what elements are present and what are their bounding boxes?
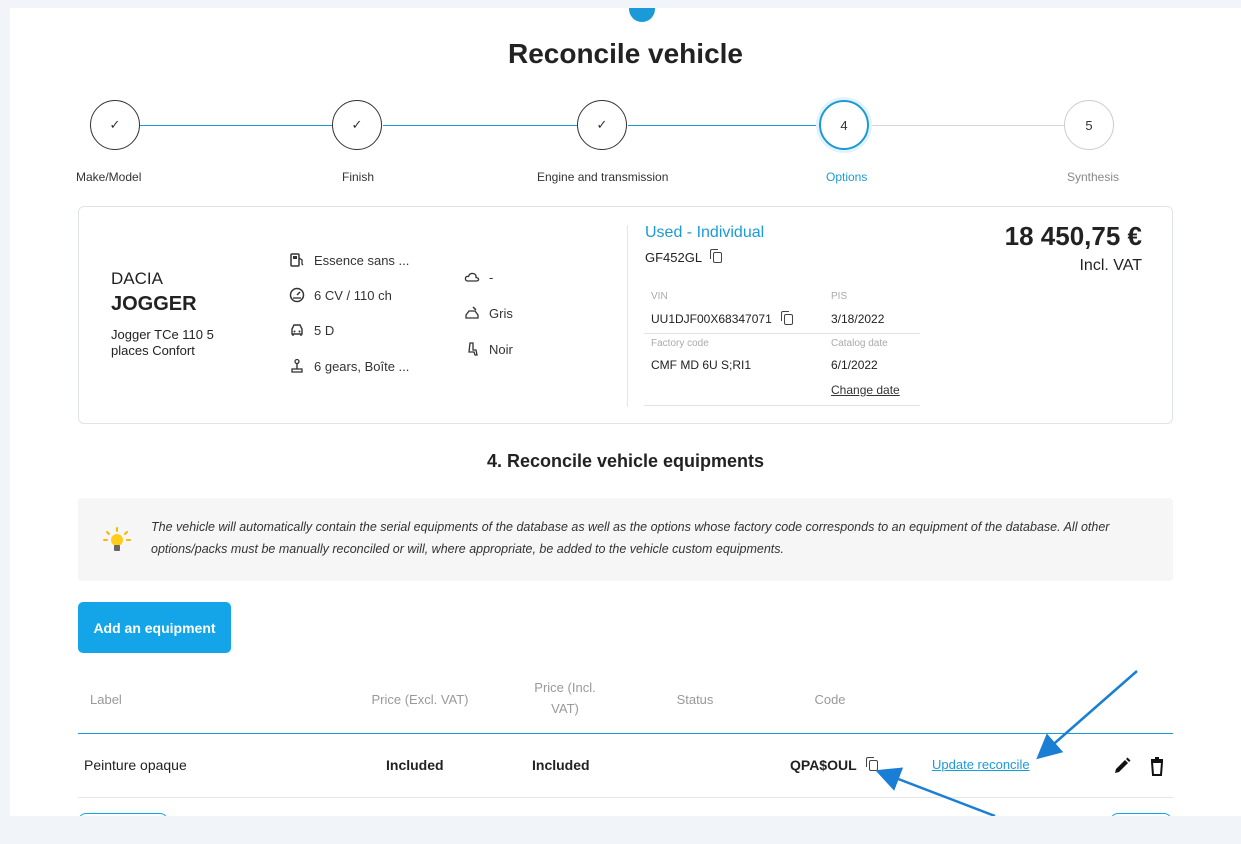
cell-price-excl: Included — [386, 757, 444, 773]
spec-exterior-color: Gris — [463, 304, 513, 322]
scroll-indicator-dot — [629, 8, 655, 22]
step-label-engine-transmission: Engine and transmission — [537, 170, 669, 184]
kv-separator — [644, 405, 920, 406]
column-header-price-excl[interactable]: Price (Excl. VAT) — [350, 689, 490, 710]
spec-power: 6 CV / 110 ch — [288, 286, 392, 304]
step-options[interactable]: 4 — [819, 100, 869, 150]
reconcile-panel: Reconcile vehicle ✓ ✓ ✓ 4 5 Make/Model F… — [10, 8, 1241, 816]
vin-value: UU1DJF00X68347071 — [651, 310, 793, 326]
step-synthesis[interactable]: 5 — [1064, 100, 1114, 150]
vin-label: VIN — [651, 291, 668, 302]
update-reconcile-link[interactable]: Update reconcile — [932, 757, 1030, 772]
stepper-connector — [383, 125, 577, 126]
step-number: 5 — [1085, 117, 1093, 133]
lightbulb-icon — [103, 527, 131, 551]
step-number: 4 — [840, 117, 848, 133]
cell-code: QPA$OUL — [790, 756, 878, 773]
next-row-button-stub[interactable] — [1110, 813, 1172, 816]
spec-weather-value: - — [489, 269, 494, 285]
column-header-status[interactable]: Status — [650, 689, 740, 710]
vehicle-price: 18 450,75 € — [1004, 221, 1142, 251]
stepper-connector — [628, 125, 819, 126]
card-divider — [627, 225, 628, 407]
car-door-icon — [288, 321, 306, 339]
table-header-divider — [78, 733, 1173, 734]
spec-fuel: Essence sans ... — [288, 251, 409, 269]
add-equipment-button[interactable]: Add an equipment — [78, 602, 231, 653]
vehicle-model: JOGGER — [111, 293, 197, 315]
spec-doors: 5 D — [288, 321, 334, 339]
kv-separator — [644, 333, 920, 334]
cell-price-incl: Included — [532, 757, 590, 773]
vehicle-plate: GF452GL — [645, 249, 723, 265]
step-label-make-model: Make/Model — [76, 170, 142, 184]
info-box: The vehicle will automatically contain t… — [78, 498, 1173, 581]
spec-power-value: 6 CV / 110 ch — [314, 287, 392, 303]
check-icon: ✓ — [109, 117, 121, 132]
check-icon: ✓ — [351, 117, 363, 132]
edit-icon[interactable] — [1111, 755, 1133, 777]
spec-interior-color: Noir — [463, 340, 513, 358]
column-header-label[interactable]: Label — [90, 689, 122, 710]
step-make-model[interactable]: ✓ — [90, 100, 140, 150]
change-date-link[interactable]: Change date — [831, 383, 900, 397]
fuel-icon — [288, 251, 306, 269]
check-icon: ✓ — [596, 117, 608, 132]
info-text: The vehicle will automatically contain t… — [151, 520, 1110, 556]
copy-icon[interactable] — [780, 310, 793, 325]
annotation-arrow — [1036, 670, 1138, 760]
vehicle-type-label: Used - Individual — [645, 224, 765, 241]
factory-code-value: CMF MD 6U S;RI1 — [651, 358, 752, 372]
price-vat-note: Incl. VAT — [1079, 257, 1142, 274]
speedometer-icon — [288, 286, 306, 304]
step-label-options: Options — [826, 170, 868, 184]
stepper-connector — [871, 125, 1064, 126]
pis-value: 3/18/2022 — [831, 312, 885, 326]
step-label-finish: Finish — [342, 170, 375, 184]
step-label-synthesis: Synthesis — [1067, 170, 1120, 184]
spec-exterior-color-value: Gris — [489, 305, 513, 321]
vehicle-make: DACIA — [111, 269, 163, 288]
spec-fuel-value: Essence sans ... — [314, 252, 410, 268]
stepper-connector — [140, 125, 332, 126]
step-finish[interactable]: ✓ — [332, 100, 382, 150]
copy-icon[interactable] — [710, 249, 723, 263]
section-title: 4. Reconcile vehicle equipments — [486, 451, 765, 471]
plate-value: GF452GL — [645, 250, 703, 265]
spec-doors-value: 5 D — [314, 322, 335, 338]
vehicle-variant: Jogger TCe 110 5 places Confort — [111, 327, 214, 358]
factory-code-label: Factory code — [651, 338, 709, 349]
catalog-date-label: Catalog date — [831, 338, 888, 349]
cell-label: Peinture opaque — [84, 757, 187, 773]
next-row-button-stub[interactable] — [78, 813, 168, 816]
cloud-icon — [463, 268, 481, 286]
spec-interior-color-value: Noir — [489, 341, 513, 357]
vin-text: UU1DJF00X68347071 — [651, 312, 772, 326]
row-divider — [78, 797, 1173, 798]
seat-icon — [463, 340, 481, 358]
vehicle-summary-card: DACIA JOGGER Jogger TCe 110 5 places Con… — [78, 206, 1173, 424]
pis-label: PIS — [831, 291, 848, 302]
annotation-arrow — [875, 767, 996, 816]
column-header-price-incl[interactable]: Price (Incl. VAT) — [520, 677, 610, 719]
gearbox-icon — [288, 357, 306, 375]
spec-weather: - — [463, 268, 493, 286]
copy-icon[interactable] — [865, 756, 878, 771]
code-value: QPA$OUL — [790, 757, 857, 773]
delete-icon[interactable] — [1146, 755, 1168, 777]
paint-icon — [463, 304, 481, 322]
column-header-code[interactable]: Code — [790, 689, 870, 710]
spec-gearbox-value: 6 gears, Boîte ... — [314, 358, 410, 374]
step-engine-transmission[interactable]: ✓ — [577, 100, 627, 150]
spec-gearbox: 6 gears, Boîte ... — [288, 357, 409, 375]
catalog-date-value: 6/1/2022 — [831, 358, 878, 372]
page-title: Reconcile vehicle — [507, 38, 743, 69]
